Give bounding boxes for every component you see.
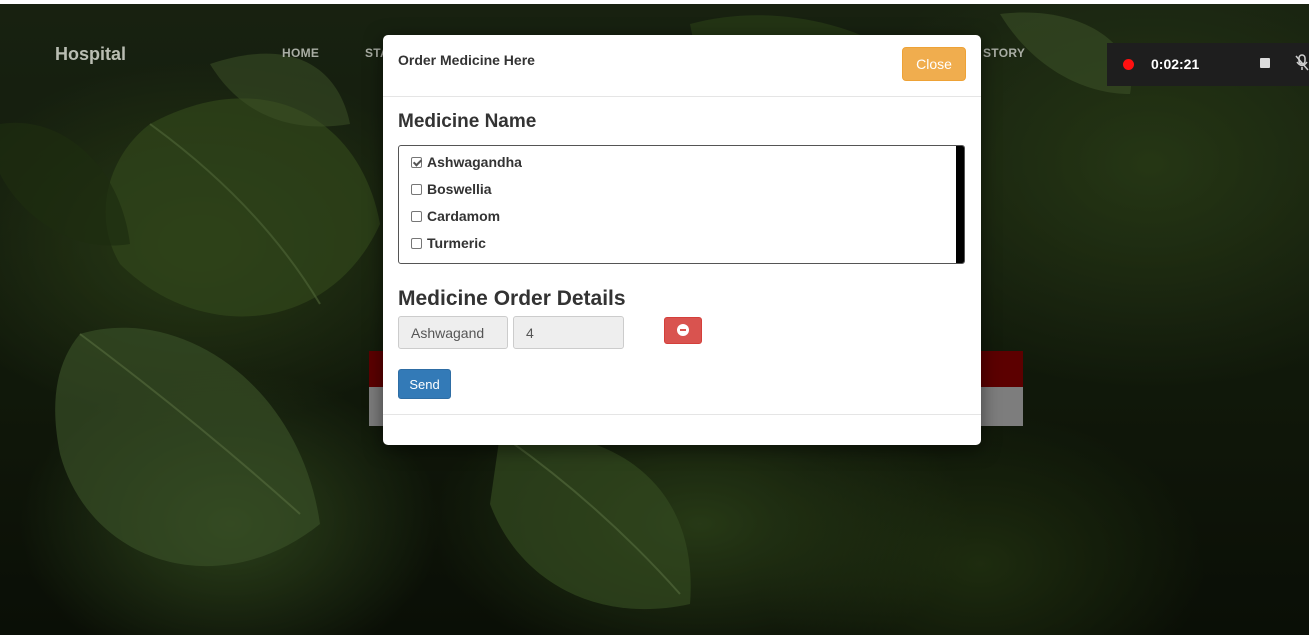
medicine-option[interactable]: Cardamom [411, 207, 500, 225]
medicine-option-label: Turmeric [427, 235, 486, 251]
order-quantity-field[interactable] [513, 316, 624, 349]
send-button[interactable]: Send [398, 369, 451, 399]
modal-title: Order Medicine Here [398, 52, 535, 68]
brand-logo[interactable]: Hospital [55, 44, 126, 65]
checkbox-icon[interactable] [411, 183, 422, 195]
medicine-name-heading: Medicine Name [398, 111, 537, 132]
medicine-option-label: Boswellia [427, 181, 492, 197]
stop-icon[interactable] [1260, 58, 1270, 68]
nav-home[interactable]: HOME [282, 46, 319, 60]
nav-history[interactable]: STORY [983, 46, 1025, 60]
checkbox-icon[interactable] [411, 210, 422, 222]
medicine-option[interactable]: Ashwagandha [411, 153, 522, 171]
mic-muted-icon[interactable] [1295, 54, 1309, 72]
close-button[interactable]: Close [902, 47, 966, 81]
checkbox-icon[interactable] [411, 237, 422, 249]
order-medicine-modal: Order Medicine Here Close Medicine Name … [383, 35, 981, 445]
medicine-option[interactable]: Boswellia [411, 180, 492, 198]
screen-recorder-bar: 0:02:21 [1107, 43, 1309, 86]
modal-footer-divider [383, 414, 981, 415]
list-scrollbar[interactable] [956, 146, 964, 263]
order-details-heading: Medicine Order Details [398, 287, 626, 310]
modal-header: Order Medicine Here Close [383, 35, 981, 97]
medicine-list[interactable]: Ashwagandha Boswellia Cardamom Turmeric [398, 145, 965, 264]
record-indicator-icon [1123, 59, 1134, 70]
order-medicine-name-field[interactable] [398, 316, 508, 349]
checkbox-checked-icon[interactable] [411, 156, 422, 168]
recording-time: 0:02:21 [1151, 56, 1200, 72]
medicine-option-label: Ashwagandha [427, 154, 522, 170]
minus-circle-icon [677, 324, 689, 336]
medicine-option-label: Cardamom [427, 208, 501, 224]
medicine-option[interactable]: Turmeric [411, 234, 486, 252]
remove-row-button[interactable] [664, 317, 702, 344]
